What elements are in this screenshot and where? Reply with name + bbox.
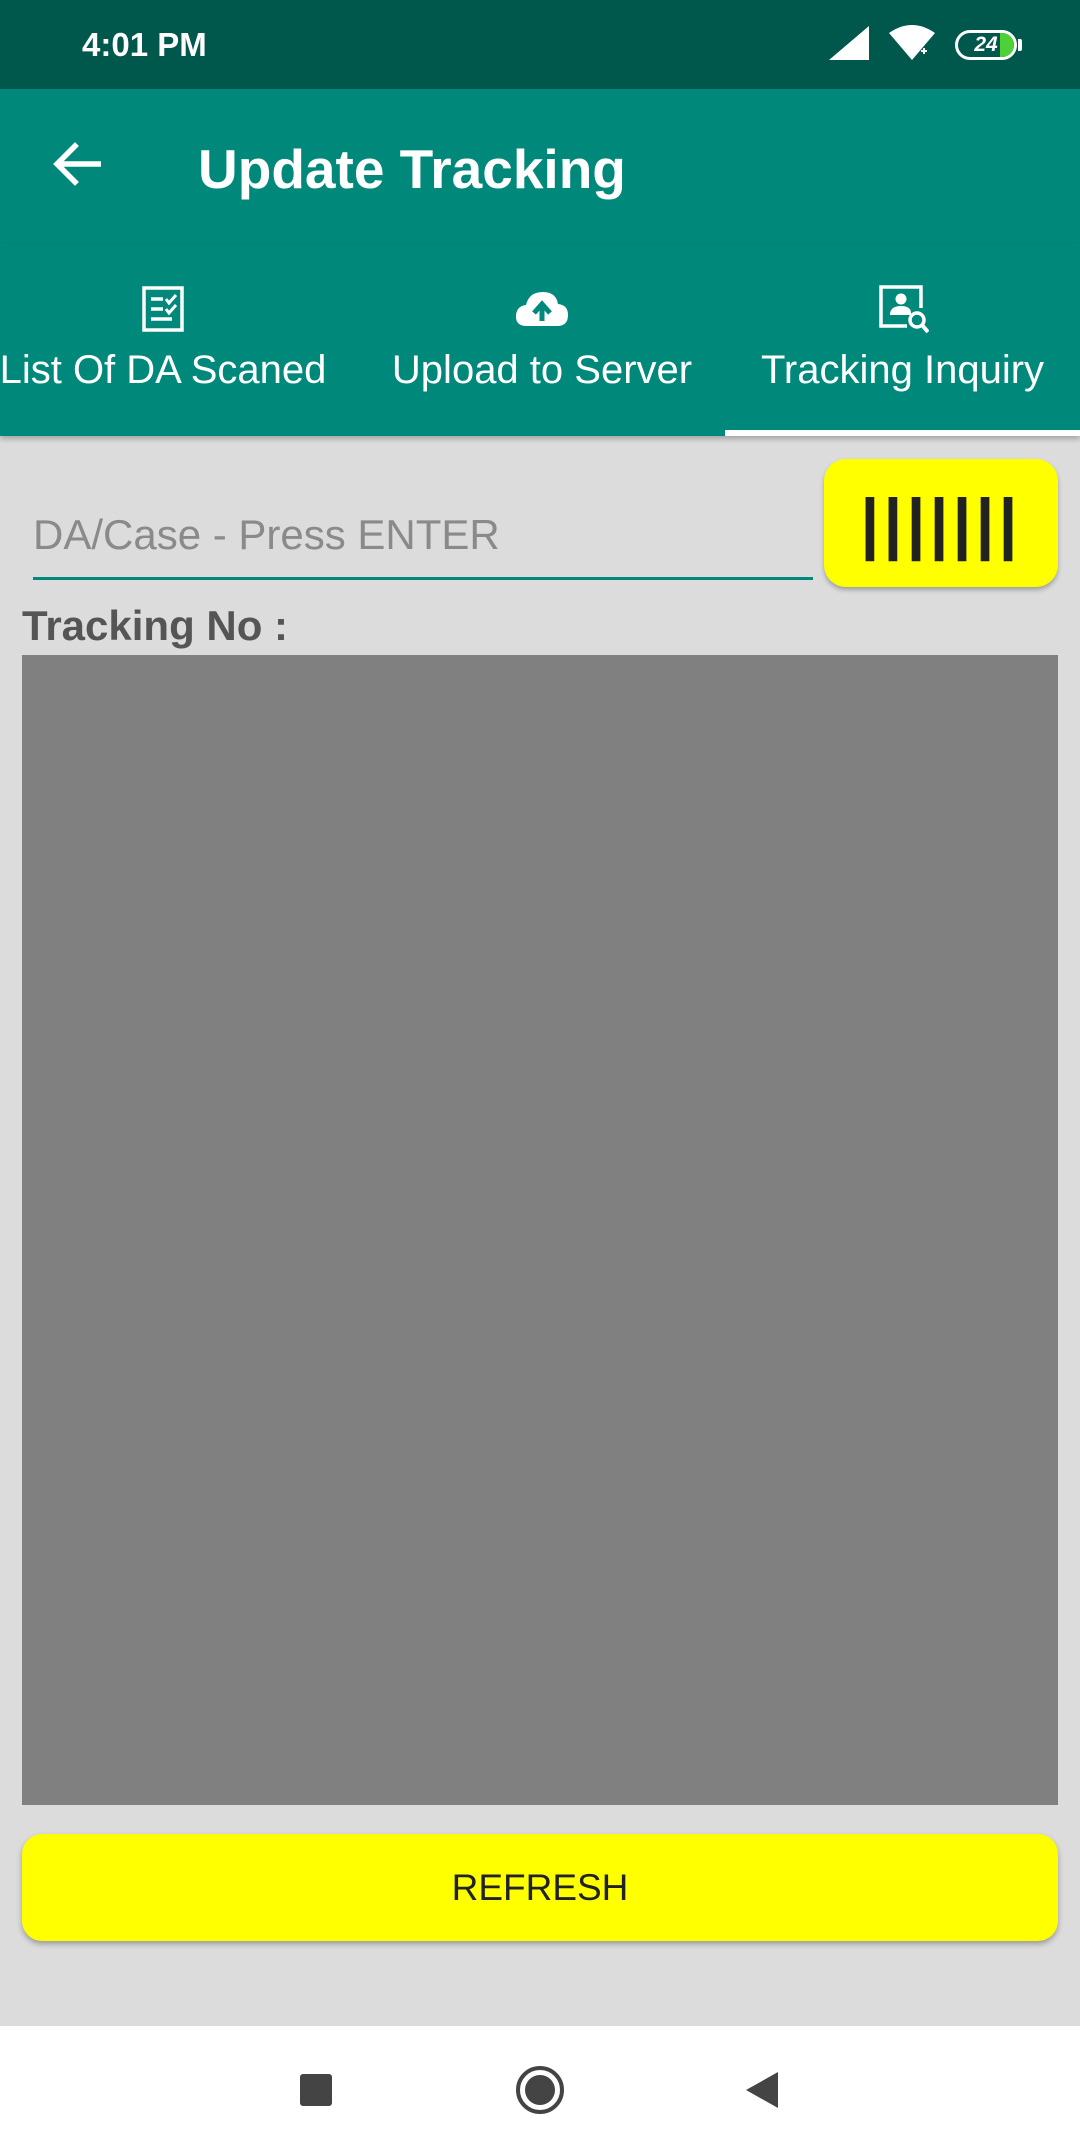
nav-back-button[interactable] xyxy=(726,2056,798,2128)
battery-level: 24 xyxy=(974,33,998,56)
tracking-results-panel xyxy=(22,655,1058,1805)
home-button[interactable] xyxy=(504,2056,576,2128)
wifi-icon xyxy=(887,24,937,66)
tab-label: Tracking Inquiry xyxy=(760,348,1045,392)
tab-label: List Of DA Scaned xyxy=(0,348,327,392)
tracking-no-label: Tracking No : xyxy=(22,602,289,649)
tab-tracking-inquiry[interactable]: Tracking Inquiry xyxy=(725,244,1080,436)
tab-upload-to-server[interactable]: Upload to Server xyxy=(370,244,714,436)
status-bar: 4:01 PM 24 xyxy=(0,0,1080,89)
tab-indicator xyxy=(725,430,1080,436)
battery-icon: 24 xyxy=(955,30,1022,60)
recents-button[interactable] xyxy=(280,2056,352,2128)
back-icon xyxy=(744,2071,780,2114)
app-bar: Update Tracking xyxy=(0,89,1080,244)
status-time: 4:01 PM xyxy=(82,26,207,63)
barcode-icon: ||||||| xyxy=(860,485,1022,561)
tab-bar: List Of DA Scaned Upload to Server Track… xyxy=(0,244,1080,436)
refresh-button[interactable]: REFRESH xyxy=(22,1834,1058,1941)
tab-list-of-da-scaned[interactable]: List Of DA Scaned xyxy=(0,244,326,436)
cloud-upload-icon xyxy=(515,284,569,334)
home-icon xyxy=(515,2065,565,2120)
navigation-bar xyxy=(0,2026,1080,2156)
back-button[interactable] xyxy=(40,129,114,203)
arrow-back-icon xyxy=(53,141,102,191)
contact-search-icon xyxy=(877,284,929,334)
tab-label: Upload to Server xyxy=(391,348,693,392)
da-case-input[interactable] xyxy=(33,500,813,580)
status-icons: 24 xyxy=(829,24,1022,66)
recents-icon xyxy=(299,2073,333,2112)
checklist-icon xyxy=(142,284,184,334)
barcode-scan-button[interactable]: ||||||| xyxy=(824,459,1058,587)
page-title: Update Tracking xyxy=(198,138,626,200)
signal-icon xyxy=(829,25,869,65)
